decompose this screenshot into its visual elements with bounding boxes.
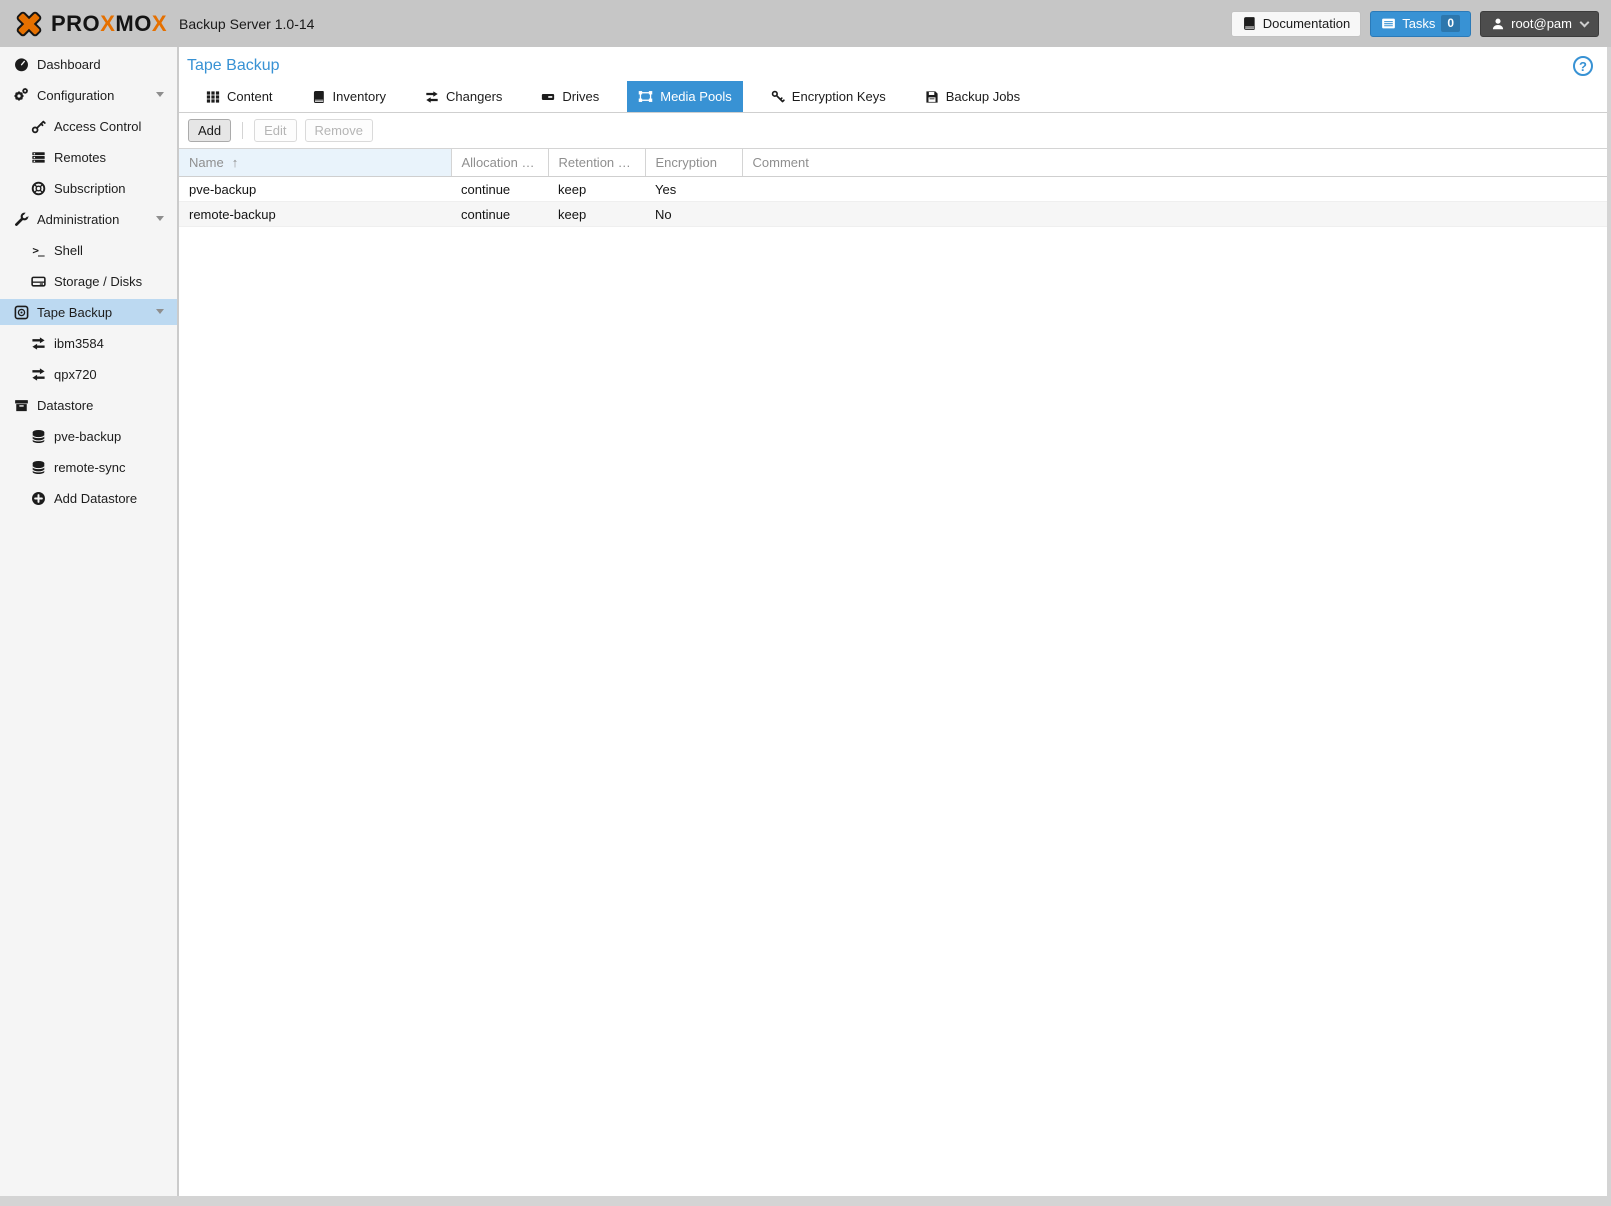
column-header-comment[interactable]: Comment [742,149,1607,177]
sidebar-item-add-datastore[interactable]: Add Datastore [0,485,177,511]
sidebar-item-ibm3584[interactable]: ibm3584 [0,330,177,356]
tasks-button[interactable]: Tasks 0 [1370,11,1471,37]
sidebar-item-remotes[interactable]: Remotes [0,144,177,170]
proxmox-x-icon [14,9,44,39]
sidebar-item-dashboard[interactable]: Dashboard [0,51,177,77]
edit-button: Edit [254,119,296,142]
tab-changers[interactable]: Changers [414,81,513,112]
chevron-down-icon [156,309,164,314]
proxmox-logo: PROXMOX Backup Server 1.0-14 [14,9,314,39]
sidebar-item-configuration[interactable]: Configuration [0,82,177,108]
tab-content[interactable]: Content [195,81,284,112]
tab-backup-jobs[interactable]: Backup Jobs [914,81,1031,112]
tab-media-pools[interactable]: Media Pools [627,81,743,112]
chevron-down-icon [156,92,164,97]
sidebar-item-datastore[interactable]: Datastore [0,392,177,418]
app-title: Backup Server 1.0-14 [179,16,314,32]
proxmox-wordmark: PROXMOX [51,13,167,35]
terminal-icon: >_ [29,242,47,258]
cell-retention: keep [548,177,645,202]
tab-bar: Content Inventory Changers Drives Media … [195,81,1607,112]
cell-encryption: Yes [645,177,742,202]
toolbar-separator [242,122,243,139]
database-icon [29,428,47,444]
book-icon [1242,16,1257,31]
toolbar: Add Edit Remove [179,113,1607,148]
grid-icon [206,90,220,104]
floppy-icon [925,90,939,104]
remove-button: Remove [305,119,373,142]
top-header: PROXMOX Backup Server 1.0-14 Documentati… [0,0,1611,47]
tab-drives[interactable]: Drives [530,81,610,112]
sidebar-item-qpx720[interactable]: qpx720 [0,361,177,387]
topbar-actions: Documentation Tasks 0 root@pam [1231,11,1599,37]
object-group-icon [638,89,653,104]
cell-encryption: No [645,202,742,227]
column-header-allocation[interactable]: Allocation … [451,149,548,177]
chevron-down-icon [156,216,164,221]
key-icon [771,90,785,104]
cell-comment [742,177,1607,202]
chevron-down-icon [1580,17,1590,27]
add-button[interactable]: Add [188,119,231,142]
sort-ascending-icon: ↑ [232,155,239,170]
cell-allocation: continue [451,177,548,202]
sidebar-item-access-control[interactable]: Access Control [0,113,177,139]
main-content: Tape Backup ? Content Inventory Changers… [179,47,1607,1196]
exchange-icon [29,335,47,351]
table-row[interactable]: pve-backup continue keep Yes [179,177,1607,202]
cell-comment [742,202,1607,227]
documentation-button[interactable]: Documentation [1231,11,1361,37]
help-icon[interactable]: ? [1573,56,1593,76]
user-icon [1491,17,1505,31]
plus-circle-icon [29,490,47,506]
cell-retention: keep [548,202,645,227]
book-icon [312,90,326,104]
cell-allocation: continue [451,202,548,227]
gears-icon [12,87,30,103]
media-pools-panel: Add Edit Remove Name↑ Allocation … Reten… [179,112,1607,1196]
column-header-retention[interactable]: Retention … [548,149,645,177]
sidebar-item-shell[interactable]: >_ Shell [0,237,177,263]
sidebar-item-administration[interactable]: Administration [0,206,177,232]
tasks-count-badge: 0 [1441,15,1460,32]
server-list-icon [29,149,47,165]
cell-name: pve-backup [179,177,451,202]
wrench-icon [12,211,30,227]
tape-drive-icon [541,90,555,104]
life-ring-icon [29,180,47,196]
dashboard-icon [12,56,30,72]
page-title: Tape Backup [187,57,280,75]
column-header-encryption[interactable]: Encryption [645,149,742,177]
cell-name: remote-backup [179,202,451,227]
task-list-icon [1381,16,1396,31]
column-header-name[interactable]: Name↑ [179,149,451,177]
tape-cartridge-icon [12,304,30,320]
drive-bay-icon [29,273,47,289]
key-icon [29,118,47,134]
archive-box-icon [12,397,30,413]
user-menu-button[interactable]: root@pam [1480,11,1599,37]
exchange-icon [425,90,439,104]
media-pools-table: Name↑ Allocation … Retention … Encryptio… [179,148,1607,227]
tab-inventory[interactable]: Inventory [301,81,397,112]
sidebar-item-subscription[interactable]: Subscription [0,175,177,201]
database-icon [29,459,47,475]
table-row[interactable]: remote-backup continue keep No [179,202,1607,227]
sidebar: Dashboard Configuration Access Control R… [0,47,179,1196]
sidebar-item-remote-sync[interactable]: remote-sync [0,454,177,480]
tab-encryption-keys[interactable]: Encryption Keys [760,81,897,112]
table-header-row: Name↑ Allocation … Retention … Encryptio… [179,149,1607,177]
sidebar-item-storage-disks[interactable]: Storage / Disks [0,268,177,294]
title-row: Tape Backup ? [179,47,1607,80]
sidebar-item-pve-backup[interactable]: pve-backup [0,423,177,449]
sidebar-item-tape-backup[interactable]: Tape Backup [0,299,177,325]
exchange-icon [29,366,47,382]
